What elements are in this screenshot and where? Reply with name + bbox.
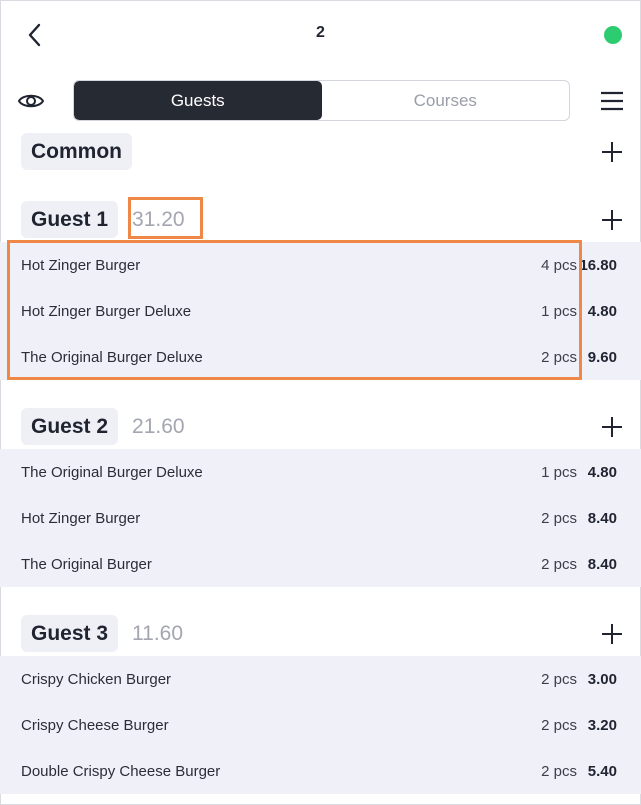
hamburger-menu-icon [601,91,623,111]
eye-icon [17,94,45,108]
plus-icon [602,417,622,437]
item-name: Crispy Cheese Burger [21,716,169,734]
plus-icon [602,142,622,162]
highlight-box-items [7,240,582,380]
add-item-button-guest-2[interactable] [600,415,624,439]
group-label[interactable]: Guest 2 [21,408,119,445]
group-label[interactable]: Guest 3 [21,615,119,652]
group-total: 11.60 [132,621,184,645]
item-price: 16.80 [579,256,617,274]
item-price: 8.40 [587,555,617,573]
item-quantity: 2 pcs [541,555,577,573]
item-quantity: 1 pcs [541,463,577,481]
group-total: 21.60 [132,414,185,438]
tab-courses[interactable]: Courses [322,81,570,120]
item-list-guest-2: The Original Burger Deluxe 1 pcs 4.80 Ho… [0,449,641,587]
list-item[interactable]: Crispy Cheese Burger 2 pcs 3.20 [0,702,641,748]
group-label[interactable]: Guest 1 [21,201,119,238]
list-item[interactable]: Hot Zinger Burger 2 pcs 8.40 [0,495,641,541]
plus-icon [602,624,622,644]
item-name: Hot Zinger Burger [21,509,141,527]
menu-button[interactable] [598,88,626,114]
add-item-button-common[interactable] [600,140,624,164]
status-indicator [604,26,622,44]
list-item[interactable]: The Original Burger Deluxe 1 pcs 4.80 [0,449,641,495]
tab-guests[interactable]: Guests [74,81,322,120]
top-bar: 2 [0,0,641,70]
add-item-button-guest-3[interactable] [600,622,624,646]
item-price: 3.00 [587,670,617,688]
item-price: 3.20 [587,716,617,734]
item-price: 9.60 [587,348,617,366]
view-switcher: Guests Courses [73,80,570,121]
page-title: 2 [316,24,325,41]
group-label[interactable]: Common [21,133,132,170]
visibility-toggle-button[interactable] [16,86,46,116]
item-name: The Original Burger [21,555,152,573]
list-item[interactable]: Crispy Chicken Burger 2 pcs 3.00 [0,656,641,702]
list-item[interactable]: Double Crispy Cheese Burger 2 pcs 5.40 [0,748,641,794]
group-header-common: Common [21,133,132,170]
item-price: 4.80 [587,302,617,320]
group-header-guest-2: Guest 2 21.60 [21,408,191,445]
plus-icon [602,210,622,230]
item-price: 4.80 [587,463,617,481]
add-item-button-guest-1[interactable] [600,208,624,232]
item-price: 5.40 [587,762,617,780]
item-price: 8.40 [587,509,617,527]
list-item[interactable]: The Original Burger 2 pcs 8.40 [0,541,641,587]
item-name: Double Crispy Cheese Burger [21,762,221,780]
item-name: The Original Burger Deluxe [21,463,203,481]
item-quantity: 2 pcs [541,716,577,734]
group-header-guest-3: Guest 3 11.60 [21,615,189,652]
highlight-box-total [128,197,203,239]
item-quantity: 2 pcs [541,762,577,780]
item-list-guest-3: Crispy Chicken Burger 2 pcs 3.00 Crispy … [0,656,641,794]
item-name: Crispy Chicken Burger [21,670,172,688]
item-quantity: 2 pcs [541,509,577,527]
item-quantity: 2 pcs [541,670,577,688]
